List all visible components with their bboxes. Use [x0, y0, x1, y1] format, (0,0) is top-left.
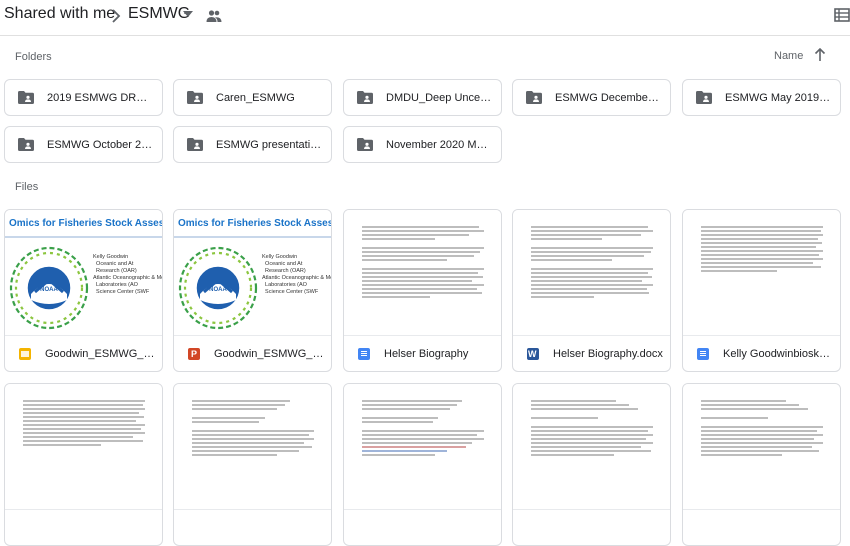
noaa-logo-image: NOAA — [178, 246, 258, 330]
document-preview — [23, 400, 145, 448]
file-name: Helser Biography — [384, 348, 469, 360]
file-name: Goodwin_ESMWG_May... — [45, 348, 162, 360]
file-thumbnail — [683, 384, 840, 510]
file-name: Kelly Goodwinbioske... — [723, 348, 835, 360]
file-card[interactable]: Helser Biography — [343, 209, 502, 372]
folder-item[interactable]: 2019 ESMWG DRAFT ... — [4, 79, 163, 116]
document-preview — [531, 400, 653, 458]
svg-text:NOAA: NOAA — [40, 287, 58, 293]
google-docs-icon — [697, 348, 709, 360]
file-thumbnail — [513, 210, 670, 336]
folder-name: Caren_ESMWG — [216, 91, 295, 104]
file-thumbnail — [683, 210, 840, 336]
thumbnail-slide-text: Kelly Goodwin Oceanic and At Research (O… — [93, 254, 162, 295]
thumbnail-divider — [174, 236, 331, 238]
file-card[interactable] — [512, 383, 671, 546]
file-card[interactable] — [343, 383, 502, 546]
people-icon — [206, 10, 222, 22]
thumbnail-divider — [5, 236, 162, 238]
breadcrumb-current-folder[interactable]: ESMWG — [128, 5, 190, 23]
document-preview — [192, 400, 314, 458]
folders-heading: Folders — [15, 51, 52, 63]
file-thumbnail — [5, 384, 162, 510]
folder-item[interactable]: Caren_ESMWG — [173, 79, 332, 116]
folder-item[interactable]: DMDU_Deep Uncertaint... — [343, 79, 502, 116]
shared-folder-icon — [696, 91, 712, 104]
file-thumbnail — [513, 384, 670, 510]
folder-name: November 2020 Meeting — [386, 138, 501, 151]
file-thumbnail — [344, 210, 501, 336]
file-card[interactable] — [4, 383, 163, 546]
file-card[interactable] — [682, 383, 841, 546]
breadcrumb-shared-with-me[interactable]: Shared with me — [4, 5, 115, 23]
shared-folder-icon — [187, 138, 203, 151]
noaa-logo-image: NOAA — [9, 246, 89, 330]
shared-folder-icon — [357, 91, 373, 104]
folder-name: DMDU_Deep Uncertaint... — [386, 91, 501, 104]
document-preview — [701, 400, 823, 458]
shared-folder-icon — [187, 91, 203, 104]
file-card[interactable]: Omics for Fisheries Stock Assessme NOAA … — [4, 209, 163, 372]
word-icon: W — [527, 348, 539, 360]
folder-item[interactable]: ESMWG October 2019 ... — [4, 126, 163, 163]
folder-name: ESMWG presentations — [216, 138, 328, 151]
document-preview — [701, 226, 823, 274]
folder-name: ESMWG May 2019 Me... — [725, 91, 840, 104]
shared-folder-icon — [18, 138, 34, 151]
chevron-right-icon — [112, 9, 121, 23]
header-divider — [0, 35, 850, 36]
powerpoint-icon: P — [188, 348, 200, 360]
document-preview — [531, 226, 653, 300]
google-docs-icon — [358, 348, 370, 360]
file-label: Helser Biography — [344, 337, 501, 371]
folder-item[interactable]: November 2020 Meeting — [343, 126, 502, 163]
file-card[interactable]: Omics for Fisheries Stock Assessme NOAA … — [173, 209, 332, 372]
shared-folder-icon — [18, 91, 34, 104]
shared-folder-icon — [357, 138, 373, 151]
svg-text:NOAA: NOAA — [209, 287, 227, 293]
file-thumbnail — [344, 384, 501, 510]
file-thumbnail: Omics for Fisheries Stock Assessme NOAA … — [174, 210, 331, 336]
arrow-up-icon[interactable] — [814, 48, 826, 62]
file-label: Goodwin_ESMWG_May... — [5, 337, 162, 371]
slides-icon — [19, 348, 31, 360]
thumbnail-slide-text: Kelly Goodwin Oceanic and At Research (O… — [262, 254, 331, 295]
thumbnail-slide-title: Omics for Fisheries Stock Assessme — [9, 218, 162, 229]
file-thumbnail: Omics for Fisheries Stock Assessme NOAA … — [5, 210, 162, 336]
files-heading: Files — [15, 181, 39, 193]
file-label: W Helser Biography.docx — [513, 337, 670, 371]
folder-name: 2019 ESMWG DRAFT ... — [47, 91, 162, 104]
list-view-icon[interactable] — [834, 7, 850, 23]
shared-folder-icon — [526, 91, 542, 104]
folder-item[interactable]: ESMWG May 2019 Me... — [682, 79, 841, 116]
folder-name: ESMWG December 201... — [555, 91, 670, 104]
file-label: P Goodwin_ESMWG_May... — [174, 337, 331, 371]
file-thumbnail — [174, 384, 331, 510]
document-preview — [362, 226, 484, 300]
header-bar: Shared with me ESMWG — [0, 0, 850, 34]
file-card[interactable]: Kelly Goodwinbioske... — [682, 209, 841, 372]
document-preview — [362, 400, 484, 458]
thumbnail-slide-title: Omics for Fisheries Stock Assessme — [178, 218, 331, 229]
file-card[interactable]: W Helser Biography.docx — [512, 209, 671, 372]
file-name: Goodwin_ESMWG_May... — [214, 348, 331, 360]
file-name: Helser Biography.docx — [553, 348, 663, 360]
folder-name: ESMWG October 2019 ... — [47, 138, 162, 151]
folder-item[interactable]: ESMWG presentations — [173, 126, 332, 163]
caret-down-icon[interactable] — [183, 11, 193, 19]
folder-item[interactable]: ESMWG December 201... — [512, 79, 671, 116]
file-label: Kelly Goodwinbioske... — [683, 337, 840, 371]
sort-by-name[interactable]: Name — [774, 50, 803, 62]
file-card[interactable] — [173, 383, 332, 546]
